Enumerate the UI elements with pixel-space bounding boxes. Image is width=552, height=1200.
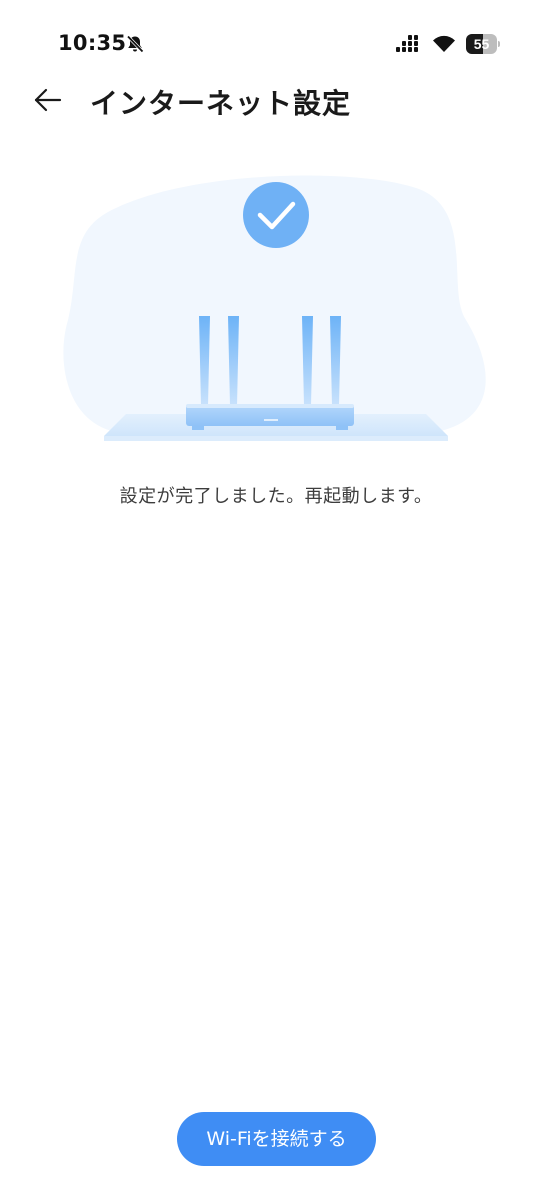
- status-message: 設定が完了しました。再起動します。: [119, 486, 433, 507]
- battery-level: 55: [473, 36, 490, 52]
- connect-wifi-button[interactable]: Wi-Fiを接続する: [177, 1112, 376, 1166]
- checkmark-icon: [243, 182, 309, 248]
- wifi-icon: [433, 35, 455, 52]
- battery-icon: 55: [466, 34, 500, 54]
- signal-icon: [396, 35, 418, 52]
- status-time: 10:35: [58, 31, 127, 55]
- arrow-left-icon: [34, 88, 62, 112]
- router-illustration: [63, 175, 486, 441]
- back-button[interactable]: [26, 80, 70, 120]
- header: インターネット設定: [0, 70, 552, 130]
- bell-off-icon: [126, 35, 144, 53]
- page-title: インターネット設定: [90, 87, 352, 120]
